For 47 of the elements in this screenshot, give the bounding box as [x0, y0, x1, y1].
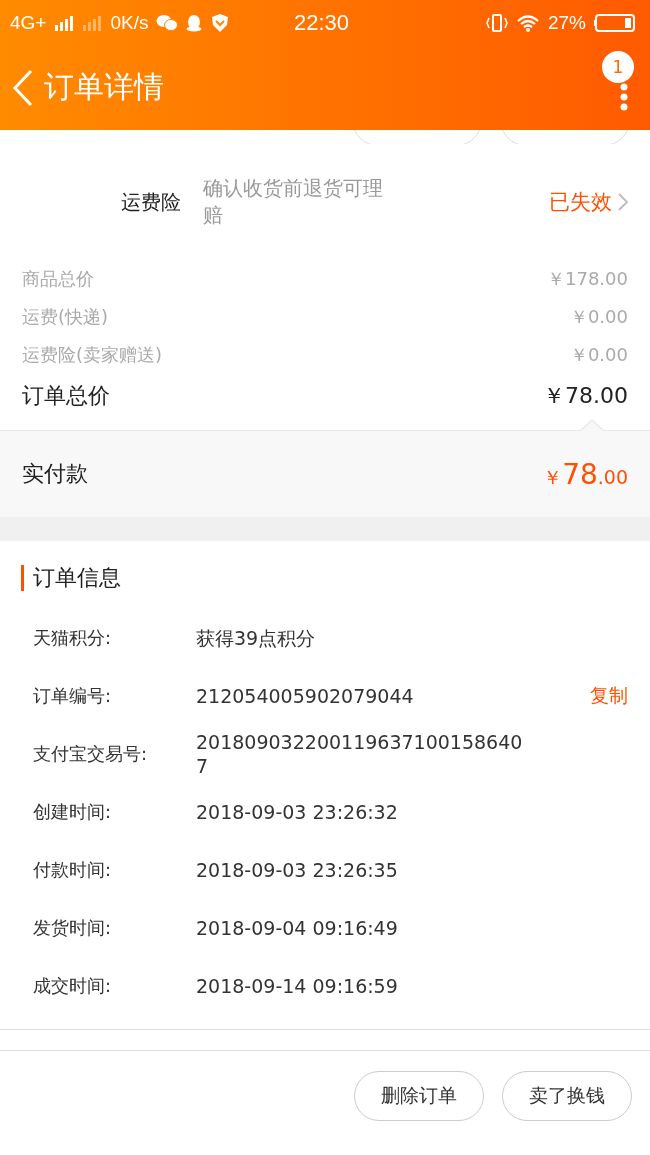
info-label: 支付宝交易号: — [33, 742, 149, 766]
more-button[interactable] — [620, 82, 628, 111]
price-value: ￥0.00 — [569, 343, 628, 367]
order-button[interactable]: 卖了换钱 — [502, 1071, 632, 1121]
section-title: 订单信息 — [21, 565, 628, 591]
info-label: 成交时间: — [33, 974, 113, 998]
network-speed: 0K/s — [110, 11, 149, 34]
info-label: 天猫积分: — [33, 626, 113, 650]
back-button[interactable] — [12, 68, 34, 107]
page-title: 订单详情 — [44, 68, 164, 106]
signal-icon — [82, 14, 103, 31]
paid-label: 实付款 — [22, 460, 88, 488]
insurance-label: 运费险 — [120, 188, 181, 216]
info-label: 订单编号: — [33, 684, 113, 708]
wifi-icon — [515, 13, 540, 32]
info-value: 2018-09-03 23:26:32 — [196, 800, 399, 824]
info-value: 2018-09-03 23:26:35 — [196, 858, 399, 882]
info-value: 2018-09-14 09:16:59 — [196, 974, 399, 998]
price-value: ￥0.00 — [569, 305, 628, 329]
info-label: 付款时间: — [33, 858, 113, 882]
chevron-right-icon — [618, 193, 628, 211]
price-label: 订单总价 — [22, 382, 110, 410]
back-icon — [12, 68, 34, 107]
info-value: 2018090322001196371001586407 — [196, 730, 524, 778]
price-label: 商品总价 — [22, 267, 94, 291]
price-label: 运费(快递) — [22, 305, 109, 329]
insurance-description: 确认收货前退货可理赔 — [203, 175, 384, 229]
price-value: ￥178.00 — [547, 267, 628, 291]
info-label: 创建时间: — [33, 800, 113, 824]
notification-badge: 1 — [602, 51, 634, 83]
info-label: 发货时间: — [33, 916, 113, 940]
network-label: 4G+ — [10, 11, 47, 34]
info-value: 212054005902079044 — [196, 684, 415, 708]
order-button[interactable]: 删除订单 — [354, 1071, 484, 1121]
battery-icon — [594, 12, 638, 33]
price-label: 运费险(卖家赠送) — [22, 343, 163, 367]
more-icon — [620, 82, 628, 111]
paid-amount: ￥78.00 — [543, 457, 628, 491]
chat-icon — [156, 13, 179, 32]
info-value: 2018-09-04 09:16:49 — [196, 916, 399, 940]
signal-icon — [54, 14, 75, 31]
info-value: 获得39点积分 — [196, 626, 317, 650]
price-value: ￥78.00 — [543, 382, 628, 410]
shield-icon — [210, 12, 231, 33]
vibrate-icon — [485, 13, 508, 32]
clock-time: 22:30 — [294, 9, 350, 36]
battery-level: 27% — [547, 11, 586, 34]
